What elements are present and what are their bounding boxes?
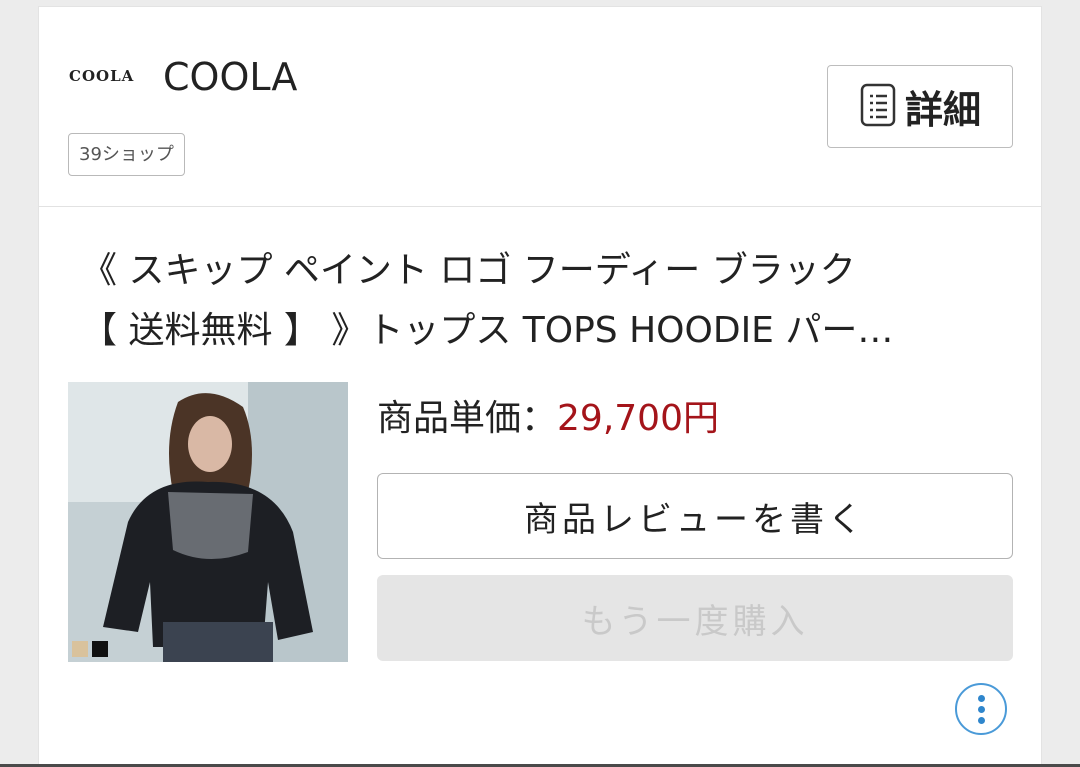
order-item-card: COOLA COOLA 39ショップ 詳細 《 スキップ ペイント ロゴ フーデ… [38,6,1042,767]
more-vertical-icon-dot [977,705,985,713]
divider [39,206,1041,207]
buy-again-button[interactable]: もう一度購入 [377,575,1013,661]
more-options-button[interactable] [955,683,1007,735]
document-icon [859,82,897,132]
product-title-line-2: 【 送料無料 】 》トップス TOPS HOODIE パー… [81,310,894,351]
more-vertical-icon-dot [977,716,985,724]
product-title[interactable]: 《 スキップ ペイント ロゴ フーディー ブラック 【 送料無料 】 》トップス… [81,241,1001,361]
price-value: 29,700円 [557,398,719,439]
detail-button-label: 詳細 [904,88,981,132]
color-swatch [72,641,88,657]
more-vertical-icon [977,694,985,702]
detail-button[interactable]: 詳細 [827,65,1013,148]
product-title-line-1: 《 スキップ ペイント ロゴ フーディー ブラック [81,250,856,291]
price-row: 商品単価：29,700円 [377,389,719,441]
product-image[interactable] [68,382,348,662]
shop-name[interactable]: COOLA [163,55,297,99]
shop-logo: COOLA [69,67,135,85]
color-swatch [92,641,108,657]
price-label: 商品単価： [377,398,558,439]
shop-badge: 39ショップ [68,133,185,176]
write-review-button[interactable]: 商品レビューを書く [377,473,1013,559]
